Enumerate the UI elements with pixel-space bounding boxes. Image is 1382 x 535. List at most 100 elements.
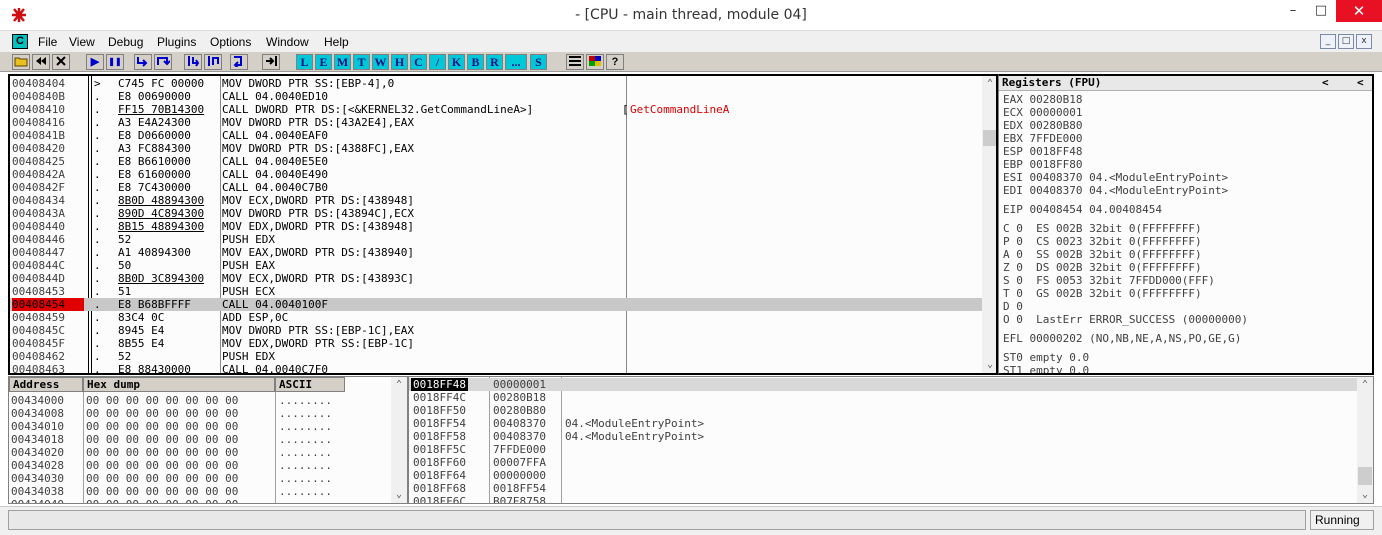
dump-hex[interactable]: 00 00 00 00 00 00 00 00 <box>86 407 238 420</box>
dump-ascii[interactable]: ........ <box>279 498 332 503</box>
executable-modules-button[interactable]: E <box>315 54 332 70</box>
register-line[interactable]: EAX 00280B18 <box>1003 93 1082 106</box>
patches-button[interactable]: / <box>429 54 446 70</box>
menu-view[interactable]: View <box>69 35 95 49</box>
register-line[interactable]: ESI 00408370 04.<ModuleEntryPoint> <box>1003 171 1228 184</box>
register-line[interactable]: A 0 SS 002B 32bit 0(FFFFFFFF) <box>1003 248 1202 261</box>
open-folder-icon[interactable] <box>12 54 30 70</box>
disasm-row[interactable]: 00408440. 8B15 48894300 MOV EDX,DWORD PTR … <box>10 220 982 233</box>
dump-ascii[interactable]: ........ <box>279 394 332 407</box>
scroll-thumb[interactable] <box>1358 467 1372 485</box>
dump-hex[interactable]: 00 00 00 00 00 00 00 00 <box>86 472 238 485</box>
trace-over-icon[interactable] <box>204 54 222 70</box>
stack-row[interactable]: 0018FF60 00007FFA <box>409 456 1359 469</box>
dump-hex[interactable]: 00 00 00 00 00 00 00 00 <box>86 446 238 459</box>
disasm-row[interactable]: 0040842A. E8 61600000 CALL 04.0040E490 <box>10 168 982 181</box>
register-line[interactable]: Z 0 DS 002B 32bit 0(FFFFFFFF) <box>1003 261 1202 274</box>
minimize-button[interactable]: – <box>1278 0 1308 22</box>
disasm-row[interactable]: 00408434. 8B0D 48894300 MOV ECX,DWORD PTR … <box>10 194 982 207</box>
stack-row[interactable]: 0018FF48 00000001 <box>409 378 1359 391</box>
stack-row[interactable]: 0018FF68 0018FF54 <box>409 482 1359 495</box>
register-line[interactable]: C 0 ES 002B 32bit 0(FFFFFFFF) <box>1003 222 1202 235</box>
scroll-up-icon[interactable]: ⌃ <box>982 76 996 92</box>
next-view-button[interactable]: < <box>1357 76 1364 89</box>
log-window-button[interactable]: L <box>296 54 313 70</box>
register-line[interactable]: ST1 empty 0.0 <box>1003 364 1089 373</box>
stack-row[interactable]: 0018FF54 00408370 04.<ModuleEntryPoint> <box>409 417 1359 430</box>
memory-dump-pane[interactable]: Address Hex dump ASCII 00434000 00 00 00 … <box>8 376 408 504</box>
dump-header-address[interactable]: Address <box>9 377 83 392</box>
dump-header-hex[interactable]: Hex dump <box>83 377 275 392</box>
disasm-row[interactable]: 0040842F. E8 7C430000 CALL 04.0040C7B0 <box>10 181 982 194</box>
scroll-down-icon[interactable]: ⌄ <box>982 357 996 373</box>
source-button[interactable]: S <box>530 54 547 70</box>
disassembly-pane[interactable]: 00408404 > C745 FC 00000 MOV DWORD PTR SS:[… <box>8 74 998 375</box>
disasm-row[interactable]: 00408447. A1 40894300 MOV EAX,DWORD PTR DS… <box>10 246 982 259</box>
maximize-button[interactable]: □ <box>1306 0 1336 22</box>
dump-ascii[interactable]: ........ <box>279 459 332 472</box>
register-line[interactable]: EBP 0018FF80 <box>1003 158 1082 171</box>
rewind-icon[interactable] <box>32 54 50 70</box>
dump-address[interactable]: 00434010 <box>11 420 64 433</box>
call-stack-button[interactable]: K <box>448 54 465 70</box>
dump-hex[interactable]: 00 00 00 00 00 00 00 00 <box>86 394 238 407</box>
menu-help[interactable]: Help <box>324 35 349 49</box>
breakpoints-button[interactable]: B <box>467 54 484 70</box>
stack-row[interactable]: 0018FF58 00408370 04.<ModuleEntryPoint> <box>409 430 1359 443</box>
scroll-up-icon[interactable]: ⌃ <box>391 377 407 393</box>
menu-debug[interactable]: Debug <box>108 35 143 49</box>
stack-row[interactable]: 0018FF64 00000000 <box>409 469 1359 482</box>
disasm-row[interactable]: 00408410. FF15 70B14300 CALL DWORD PTR DS:… <box>10 103 982 116</box>
disasm-row[interactable]: 0040844C. 50 PUSH EAX <box>10 259 982 272</box>
dump-hex[interactable]: 00 00 00 00 00 00 00 00 <box>86 459 238 472</box>
register-line[interactable]: ECX 00000001 <box>1003 106 1082 119</box>
register-line[interactable]: EFL 00000202 (NO,NB,NE,A,NS,PO,GE,G) <box>1003 332 1241 345</box>
disasm-row[interactable]: 00408446. 52 PUSH EDX <box>10 233 982 246</box>
dump-address[interactable]: 00434028 <box>11 459 64 472</box>
mdi-restore-button[interactable]: □ <box>1338 34 1354 49</box>
stack-row[interactable]: 0018FF5C 7FFDE000 <box>409 443 1359 456</box>
disasm-row[interactable]: 00408462. 52 PUSH EDX <box>10 350 982 363</box>
stack-row[interactable]: 0018FF50 00280B80 <box>409 404 1359 417</box>
register-line[interactable]: EIP 00408454 04.00408454 <box>1003 203 1162 216</box>
dump-address[interactable]: 00434040 <box>11 498 64 503</box>
disassembly-scrollbar[interactable]: ⌃ ⌄ <box>982 76 996 373</box>
scroll-down-icon[interactable]: ⌄ <box>391 487 407 503</box>
dump-ascii[interactable]: ........ <box>279 433 332 446</box>
register-line[interactable]: D 0 <box>1003 300 1023 313</box>
dump-header-ascii[interactable]: ASCII <box>275 377 345 392</box>
register-line[interactable]: ST0 empty 0.0 <box>1003 351 1089 364</box>
register-line[interactable]: P 0 CS 0023 32bit 0(FFFFFFFF) <box>1003 235 1202 248</box>
register-line[interactable]: ESP 0018FF48 <box>1003 145 1082 158</box>
scroll-down-icon[interactable]: ⌄ <box>1357 487 1373 503</box>
step-into-icon[interactable] <box>134 54 152 70</box>
dump-address[interactable]: 00434020 <box>11 446 64 459</box>
help-icon[interactable]: ? <box>606 54 624 70</box>
registers-pane[interactable]: Registers (FPU) < < EAX 00280B18 ECX 0000… <box>998 74 1374 375</box>
disasm-row[interactable]: 00408420. A3 FC884300 MOV DWORD PTR DS:[43… <box>10 142 982 155</box>
close-process-icon[interactable] <box>52 54 70 70</box>
stack-pane[interactable]: 0018FF48 00000001 0018FF4C 00280B18 0018FF50… <box>408 376 1374 504</box>
cpu-window-icon[interactable]: C <box>12 34 28 49</box>
disasm-row[interactable]: 00408463. E8 88430000 CALL 04.0040C7F0 <box>10 363 982 373</box>
prev-view-button[interactable]: < <box>1322 76 1329 89</box>
register-line[interactable]: T 0 GS 002B 32bit 0(FFFFFFFF) <box>1003 287 1202 300</box>
dump-hex[interactable]: 00 00 00 00 00 00 00 00 <box>86 433 238 446</box>
dump-address[interactable]: 00434030 <box>11 472 64 485</box>
menu-options[interactable]: Options <box>210 35 251 49</box>
registers-header[interactable]: Registers (FPU) < < <box>999 76 1372 91</box>
disasm-row[interactable]: 0040841B. E8 D0660000 CALL 04.0040EAF0 <box>10 129 982 142</box>
menu-plugins[interactable]: Plugins <box>157 35 196 49</box>
register-line[interactable]: EBX 7FFDE000 <box>1003 132 1082 145</box>
dump-hex[interactable]: 00 00 00 00 00 00 00 00 <box>86 485 238 498</box>
register-line[interactable]: S 0 FS 0053 32bit 7FFDD000(FFF) <box>1003 274 1215 287</box>
execute-till-user-code-icon[interactable] <box>262 54 280 70</box>
disasm-row[interactable]: 0040840B. E8 00690000 CALL 04.0040ED10 <box>10 90 982 103</box>
dump-address[interactable]: 00434000 <box>11 394 64 407</box>
dump-hex[interactable]: 00 00 00 00 00 00 00 00 <box>86 420 238 433</box>
menu-window[interactable]: Window <box>266 35 309 49</box>
disasm-row[interactable]: 00408453. 51 PUSH ECX <box>10 285 982 298</box>
trace-into-icon[interactable] <box>184 54 202 70</box>
handles-button[interactable]: H <box>391 54 408 70</box>
references-button[interactable]: R <box>486 54 503 70</box>
